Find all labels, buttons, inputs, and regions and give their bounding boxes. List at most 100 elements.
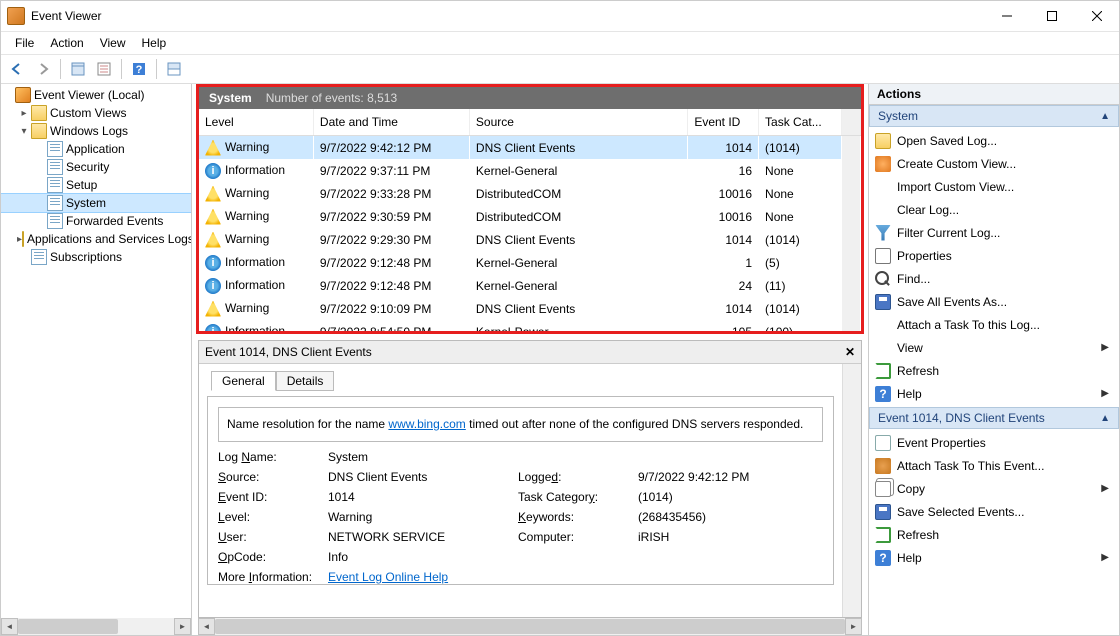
save-icon (875, 504, 891, 520)
show-tree-button[interactable] (66, 57, 90, 81)
action-copy[interactable]: Copy▶ (869, 477, 1119, 500)
action-refresh[interactable]: Refresh (869, 523, 1119, 546)
tree-item-forwarded-events[interactable]: Forwarded Events (1, 212, 191, 230)
tree-item-applications-and-services-logs[interactable]: ▸Applications and Services Logs (1, 230, 191, 248)
actions-pane: Actions System▲ Open Saved Log...Create … (868, 84, 1119, 635)
action-save-all-events-as[interactable]: Save All Events As... (869, 290, 1119, 313)
collapse-icon: ▲ (1100, 111, 1110, 122)
detail-key: More Information: (218, 570, 328, 584)
action-import-custom-view[interactable]: Import Custom View... (869, 175, 1119, 198)
event-table[interactable]: Level Date and Time Source Event ID Task… (199, 109, 861, 331)
minimize-button[interactable] (984, 1, 1029, 31)
detail-key: Source: (218, 470, 328, 484)
event-row[interactable]: Warning9/7/2022 9:29:30 PMDNS Client Eve… (199, 228, 861, 251)
col-eventid[interactable]: Event ID (688, 109, 759, 136)
close-button[interactable] (1074, 1, 1119, 31)
tree-root[interactable]: Event Viewer (Local) (1, 86, 191, 104)
online-help-link[interactable]: Event Log Online Help (328, 570, 448, 584)
col-source[interactable]: Source (469, 109, 687, 136)
tab-general[interactable]: General (211, 371, 276, 391)
action-clear-log[interactable]: Clear Log... (869, 198, 1119, 221)
warning-icon (205, 301, 221, 317)
detail-key: OpCode: (218, 550, 328, 564)
detail-key: Event ID: (218, 490, 328, 504)
event-row[interactable]: Information9/7/2022 8:54:50 PMKernel-Pow… (199, 320, 861, 331)
preview-button[interactable] (162, 57, 186, 81)
action-event-properties[interactable]: Event Properties (869, 431, 1119, 454)
maximize-button[interactable] (1029, 1, 1074, 31)
svg-text:?: ? (136, 64, 143, 76)
tree-item-application[interactable]: Application (1, 140, 191, 158)
event-message: Name resolution for the name www.bing.co… (218, 407, 823, 442)
tree-item-setup[interactable]: Setup (1, 176, 191, 194)
detail-title: Event 1014, DNS Client Events (205, 345, 372, 359)
tab-details[interactable]: Details (276, 371, 335, 391)
tree-item-windows-logs[interactable]: ▾Windows Logs (1, 122, 191, 140)
menu-file[interactable]: File (7, 34, 42, 52)
submenu-arrow-icon: ▶ (1101, 552, 1109, 563)
action-find[interactable]: Find... (869, 267, 1119, 290)
event-count: Number of events: 8,513 (266, 91, 397, 105)
action-create-custom-view[interactable]: Create Custom View... (869, 152, 1119, 175)
back-button[interactable] (5, 57, 29, 81)
help-button[interactable]: ? (127, 57, 151, 81)
title-bar: Event Viewer (1, 1, 1119, 32)
action-properties[interactable]: Properties (869, 244, 1119, 267)
event-row[interactable]: Warning9/7/2022 9:10:09 PMDNS Client Eve… (199, 297, 861, 320)
actions-section-system[interactable]: System▲ (869, 105, 1119, 127)
detail-key: Level: (218, 510, 328, 524)
col-scroll-spacer (842, 109, 861, 136)
message-link[interactable]: www.bing.com (388, 417, 465, 431)
tree-item-custom-views[interactable]: ▸Custom Views (1, 104, 191, 122)
menu-view[interactable]: View (92, 34, 134, 52)
forward-button[interactable] (31, 57, 55, 81)
refresh-icon (875, 363, 891, 379)
copy-icon (875, 481, 891, 497)
event-row[interactable]: Information9/7/2022 9:37:11 PMKernel-Gen… (199, 159, 861, 182)
event-row[interactable]: Information9/7/2022 9:12:48 PMKernel-Gen… (199, 251, 861, 274)
menu-help[interactable]: Help (134, 34, 175, 52)
tree-item-security[interactable]: Security (1, 158, 191, 176)
save-icon (875, 294, 891, 310)
navigation-tree-pane: Event Viewer (Local)▸Custom Views▾Window… (1, 84, 192, 635)
funnel-icon (875, 225, 891, 241)
col-datetime[interactable]: Date and Time (313, 109, 469, 136)
folder-icon (31, 123, 47, 139)
detail-key: Keywords: (518, 510, 638, 524)
actions-header: Actions (869, 84, 1119, 105)
event-row[interactable]: Warning9/7/2022 9:33:28 PMDistributedCOM… (199, 182, 861, 205)
action-view[interactable]: View▶ (869, 336, 1119, 359)
menu-action[interactable]: Action (42, 34, 91, 52)
detail-close-button[interactable]: ✕ (845, 345, 855, 359)
col-level[interactable]: Level (199, 109, 313, 136)
actions-section-event[interactable]: Event 1014, DNS Client Events▲ (869, 407, 1119, 429)
log-icon (47, 195, 63, 211)
event-row[interactable]: Information9/7/2022 9:12:48 PMKernel-Gen… (199, 274, 861, 297)
tree-hscrollbar[interactable]: ◄► (1, 618, 191, 635)
action-attach-task-to-this-event[interactable]: Attach Task To This Event... (869, 454, 1119, 477)
action-help[interactable]: Help▶ (869, 382, 1119, 405)
tree-item-subscriptions[interactable]: Subscriptions (1, 248, 191, 266)
help-icon (875, 550, 891, 566)
action-attach-a-task-to-this-log[interactable]: Attach a Task To this Log... (869, 313, 1119, 336)
detail-value: NETWORK SERVICE (328, 530, 518, 544)
detail-value: Info (328, 550, 518, 564)
properties-button[interactable] (92, 57, 116, 81)
action-refresh[interactable]: Refresh (869, 359, 1119, 382)
action-open-saved-log[interactable]: Open Saved Log... (869, 129, 1119, 152)
tree-item-system[interactable]: System (1, 194, 191, 212)
detail-value: iRISH (638, 530, 818, 544)
collapse-icon: ▲ (1100, 413, 1110, 424)
middle-hscrollbar[interactable]: ◄► (198, 618, 862, 635)
folder-icon (31, 105, 47, 121)
col-taskcat[interactable]: Task Cat... (759, 109, 842, 136)
event-row[interactable]: Warning9/7/2022 9:42:12 PMDNS Client Eve… (199, 136, 861, 160)
action-help[interactable]: Help▶ (869, 546, 1119, 569)
action-filter-current-log[interactable]: Filter Current Log... (869, 221, 1119, 244)
event-row[interactable]: Warning9/7/2022 9:30:59 PMDistributedCOM… (199, 205, 861, 228)
open-icon (875, 133, 891, 149)
event-properties-grid: Log Name:SystemSource:DNS Client EventsL… (218, 450, 823, 584)
action-save-selected-events[interactable]: Save Selected Events... (869, 500, 1119, 523)
detail-vscrollbar[interactable] (842, 364, 861, 617)
folder-icon (22, 231, 24, 247)
